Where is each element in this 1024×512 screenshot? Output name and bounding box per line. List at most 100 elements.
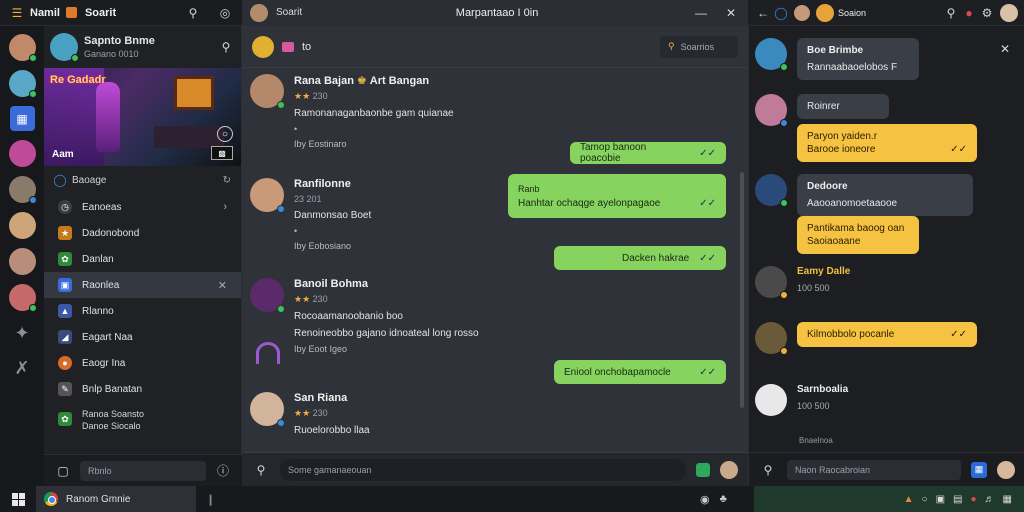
message-avatar[interactable] (250, 74, 285, 109)
chat-scrollbar[interactable] (740, 172, 744, 408)
info-icon[interactable]: ⓘ (214, 462, 232, 480)
sidebar-item[interactable]: ● Eaogr Ina (44, 350, 241, 376)
sidebar-item-active[interactable]: ▣ Raonlea ✕ (44, 272, 241, 298)
server-banner[interactable]: Re Gadadr Aam ○ ▩ (44, 68, 241, 166)
sidebar-section-header[interactable]: ◯ Baoage ↻ (44, 166, 241, 194)
composer-avatar[interactable] (997, 460, 1015, 479)
chat-message: Banoil Bohma ★★ 230 Rocoaamanoobanio boo… (250, 278, 479, 354)
message-avatar[interactable] (755, 174, 788, 207)
outgoing-message-bubble[interactable]: Ranb Hanhtar ochaqge ayelonpagaoe ✓✓ (508, 174, 726, 218)
close-icon[interactable]: ✕ (218, 279, 227, 292)
taskbar-app-button[interactable]: Ranom Gmnie (36, 486, 196, 512)
tray-arrow-icon[interactable]: ▲ (904, 494, 914, 505)
tray-shield-icon[interactable]: ● (971, 494, 977, 505)
user-avatar[interactable] (1000, 3, 1018, 22)
banner-media-icon[interactable]: ▩ (211, 146, 233, 160)
notification-icon[interactable]: ● (960, 4, 978, 22)
rail-avatar[interactable] (8, 140, 36, 167)
search-icon[interactable]: ◯ (772, 4, 790, 22)
message-avatar[interactable] (755, 266, 788, 299)
message-bubble[interactable]: Boe Brimbe Rannaabaoelobos F (797, 38, 919, 80)
outgoing-message-bubble[interactable]: Tamop banoon poacobie ✓✓ (570, 142, 726, 164)
pickaxe-icon[interactable]: ✗ (9, 355, 35, 381)
sidebar-item[interactable]: ★ Dadonobond (44, 220, 241, 246)
chat-bubble-icon[interactable]: ⚲ (759, 461, 777, 479)
message-meta: 230 (312, 408, 328, 418)
message-bubble-yellow[interactable]: Kilmobbolo pocanle ✓✓ (797, 322, 977, 347)
close-icon[interactable]: ✕ (996, 40, 1014, 58)
sidebar-item-line2: Danoe Siocalo (82, 421, 141, 431)
section-title: Soarit (84, 6, 117, 19)
message-bubble-yellow[interactable]: Pantikama baoog oan Saoiaoaane (797, 216, 919, 254)
settings-gear-icon[interactable]: ⚙ (978, 4, 996, 22)
message-avatar[interactable] (755, 38, 788, 71)
rail-avatar[interactable] (8, 70, 37, 98)
search-icon[interactable]: ⚲ (184, 4, 202, 22)
windows-start-icon[interactable] (0, 486, 36, 512)
message-avatar[interactable] (755, 322, 788, 355)
emoji-button-icon[interactable] (696, 462, 710, 477)
message-footnote: Iby Eostinaro (294, 139, 347, 149)
message-input[interactable]: Some gamanaeouan (280, 458, 686, 481)
sidebar-item[interactable]: ◢ Eagart Naa (44, 324, 241, 350)
sidebar-item[interactable]: ◷ Eanoeas › (44, 194, 241, 220)
media-icon[interactable]: ▦ (971, 461, 987, 478)
search-icon[interactable]: ⚲ (942, 4, 960, 22)
message-avatar[interactable] (755, 384, 787, 416)
rail-avatar[interactable] (8, 34, 37, 62)
message-avatar[interactable] (250, 178, 285, 213)
message-avatar[interactable] (250, 278, 285, 313)
sidebar-search-input[interactable]: Rbnlo (80, 460, 206, 481)
taskbar-app-label: Ranom Gmnie (66, 493, 131, 505)
message-bubble[interactable]: Dedoore Aaooanomoetaaooe (797, 174, 973, 216)
server-avatar[interactable] (50, 33, 79, 62)
tray-speaker-icon[interactable]: ♬ (985, 494, 995, 505)
reaction-sticker-icon[interactable] (256, 342, 280, 364)
rail-avatar[interactable] (8, 176, 37, 204)
rail-avatar[interactable] (8, 284, 37, 312)
chat-icon[interactable]: ▢ (54, 462, 72, 480)
sidebar-item-line1: Ranoa Soansto (82, 409, 145, 419)
search-icon[interactable]: ⚲ (217, 38, 235, 56)
composer-avatar[interactable] (720, 460, 738, 479)
right-message-input[interactable]: Naon Raocabroian (787, 459, 961, 480)
tray-chat-icon[interactable]: ▣ (936, 494, 945, 505)
message-bubble-yellow[interactable]: Paryon yaiden.r Barooe ioneore ✓✓ (797, 124, 977, 162)
window-avatar[interactable] (250, 3, 268, 22)
sidebar-item[interactable]: ▲ Rlanno (44, 298, 241, 324)
rail-avatar[interactable] (8, 212, 36, 239)
sidebar-item-label: Bnlp Banatan (82, 383, 143, 395)
message-avatar[interactable] (755, 94, 788, 127)
bubble-text-2: Saoiaoaane (807, 236, 861, 247)
friend-avatar[interactable] (794, 4, 810, 21)
tray-grid-icon[interactable]: ▦ (1003, 494, 1012, 505)
attach-icon[interactable]: ⚲ (252, 461, 270, 479)
channel-avatar[interactable] (252, 35, 274, 58)
sidebar-item[interactable]: ✿ Danlan (44, 246, 241, 272)
gamepad-icon[interactable]: ♣ (720, 493, 727, 505)
banner-action-icon[interactable]: ○ (217, 126, 233, 142)
outgoing-message-bubble[interactable]: Eniool onchobapamocle ✓✓ (554, 360, 726, 384)
minimize-icon[interactable]: — (692, 4, 710, 22)
message-avatar[interactable] (250, 392, 285, 427)
rifle-icon[interactable]: ✦ (9, 320, 35, 346)
right-message: Kilmobbolo pocanle ✓✓ (755, 322, 977, 355)
chat-search-button[interactable]: ⚲ Soarrios (660, 35, 738, 58)
refresh-icon[interactable]: ↻ (223, 175, 231, 186)
banner-character-shape (96, 82, 120, 152)
profile-avatar[interactable] (816, 3, 834, 22)
close-icon[interactable]: ✕ (722, 4, 740, 22)
back-arrow-icon[interactable]: ← (754, 4, 772, 22)
rail-app-icon[interactable]: ▦ (9, 106, 35, 131)
record-icon[interactable]: ◉ (700, 493, 710, 506)
tray-network-icon[interactable]: ▤ (953, 494, 962, 505)
sidebar-item-multiline[interactable]: ✿ Ranoa Soansto Danoe Siocalo (44, 402, 241, 438)
tray-dot-icon[interactable]: ○ (922, 494, 928, 505)
right-message: Pantikama baoog oan Saoiaoaane (797, 216, 919, 254)
sidebar-item[interactable]: ✎ Bnlp Banatan (44, 376, 241, 402)
chevron-right-icon[interactable]: › (223, 201, 227, 213)
globe-icon[interactable]: ◎ (216, 4, 234, 22)
rail-avatar[interactable] (8, 248, 36, 275)
message-bubble[interactable]: Roinrer (797, 94, 889, 119)
outgoing-message-bubble[interactable]: Dacken hakrae ✓✓ (554, 246, 726, 270)
